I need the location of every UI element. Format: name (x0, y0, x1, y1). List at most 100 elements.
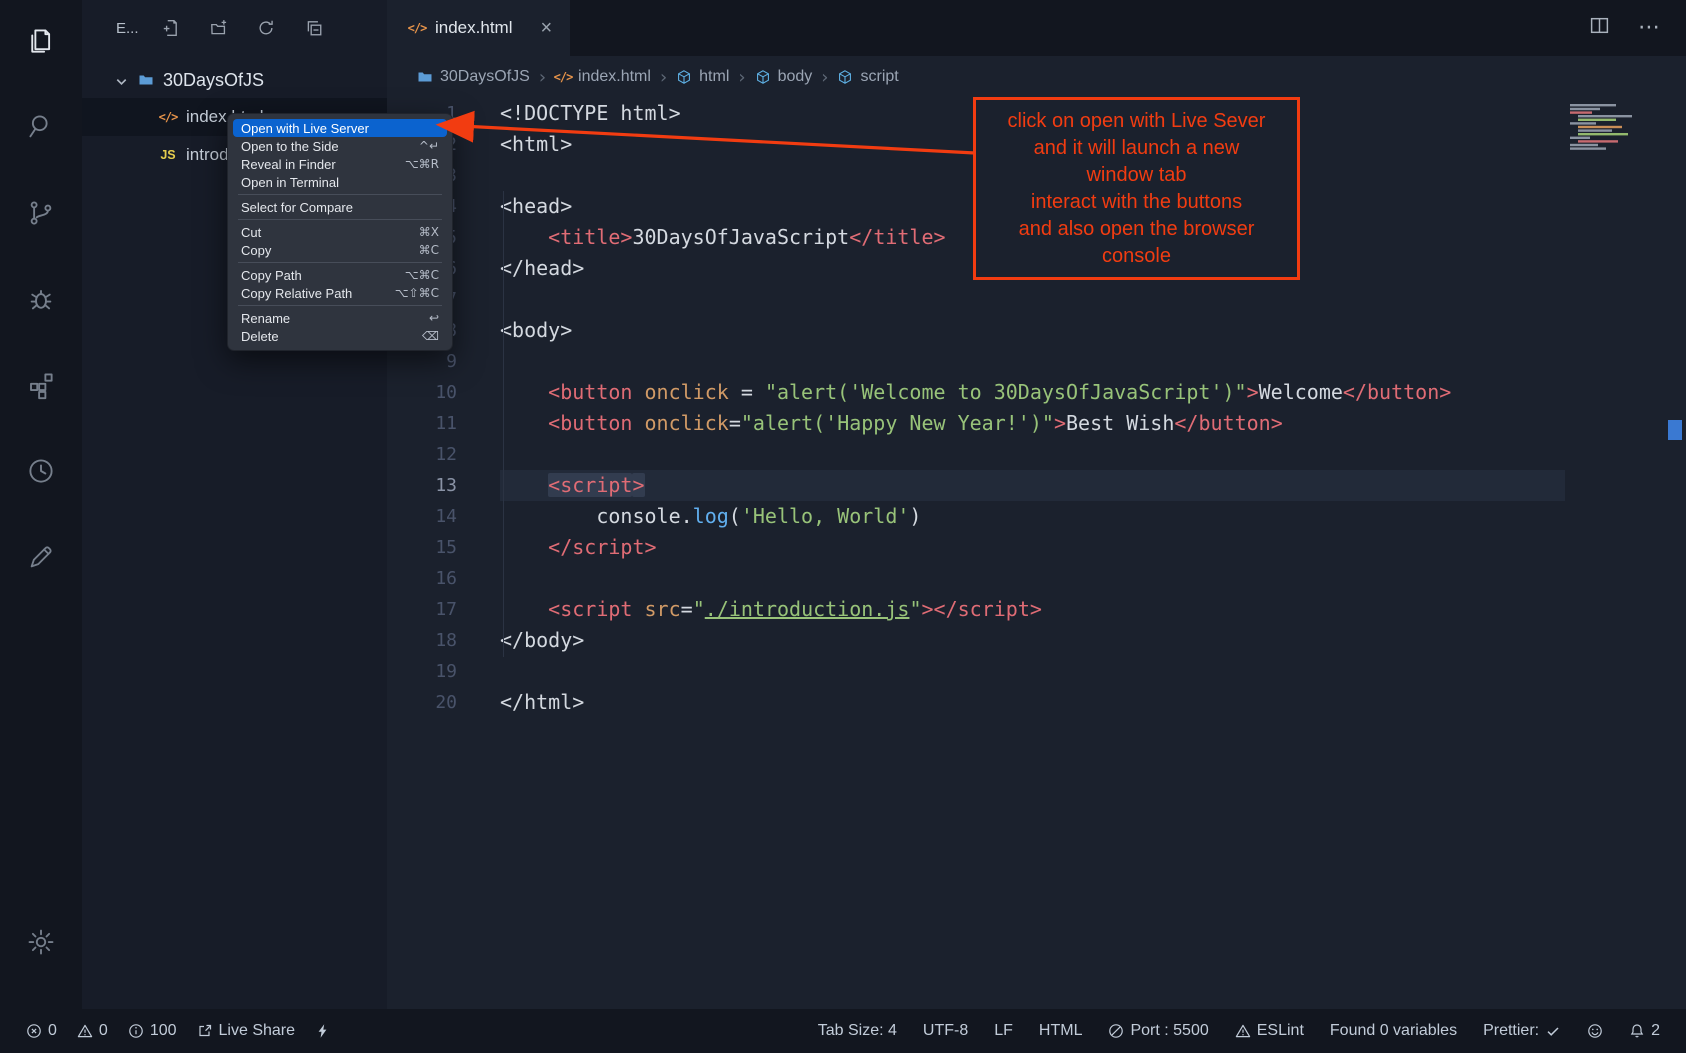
status-lf[interactable]: LF (994, 1022, 1013, 1040)
annotation-box: click on open with Live Severand it will… (973, 97, 1300, 280)
code-line-8[interactable]: 8<body> (387, 315, 1686, 346)
folder-root-30daysofjs[interactable]: 30DaysOfJS (82, 62, 387, 98)
line-number: 10 (387, 377, 500, 408)
refresh-icon[interactable] (257, 19, 275, 37)
activity-extensions[interactable] (0, 344, 82, 430)
line-number: 11 (387, 408, 500, 439)
code-line-19[interactable]: 19 (387, 656, 1686, 687)
menu-item-select-for-compare[interactable]: Select for Compare (233, 198, 447, 216)
status-found-0-variables[interactable]: Found 0 variables (1330, 1022, 1457, 1040)
code-line-10[interactable]: 10 <button onclick = "alert('Welcome to … (387, 377, 1686, 408)
status-0[interactable]: 0 (26, 1022, 57, 1040)
status-prettier[interactable]: Prettier: (1483, 1022, 1561, 1040)
code-line-13[interactable]: 13 <script> (387, 470, 1686, 501)
activity-run-debug[interactable] (0, 258, 82, 344)
collapse-all-icon[interactable] (305, 19, 323, 37)
activity-search[interactable] (0, 86, 82, 172)
code-text: <head> (500, 191, 572, 222)
menu-item-copy-path[interactable]: Copy Path⌥⌘C (233, 266, 447, 284)
menu-item-delete[interactable]: Delete⌫ (233, 327, 447, 345)
code-text: <button onclick="alert('Happy New Year!'… (500, 408, 1283, 439)
warning-icon (77, 1023, 93, 1039)
code-text: </head> (500, 253, 584, 284)
activity-explorer[interactable] (0, 0, 82, 86)
code-line-17[interactable]: 17 <script src="./introduction.js"></scr… (387, 594, 1686, 625)
split-editor-icon[interactable] (1589, 15, 1610, 41)
line-number: 12 (387, 439, 500, 470)
code-line-11[interactable]: 11 <button onclick="alert('Happy New Yea… (387, 408, 1686, 439)
info-icon (128, 1023, 144, 1039)
activity-history[interactable] (0, 430, 82, 516)
new-folder-icon[interactable] (209, 19, 227, 37)
status-smiley[interactable] (1587, 1023, 1603, 1039)
breadcrumb-index-html[interactable]: </>index.html (555, 68, 651, 86)
status-eslint[interactable]: ESLint (1235, 1022, 1304, 1040)
breadcrumb-script[interactable]: script (837, 68, 898, 86)
menu-shortcut: ↩ (429, 311, 439, 325)
more-actions-icon[interactable]: ⋯ (1638, 17, 1660, 39)
menu-item-open-to-the-side[interactable]: Open to the Side^↵ (233, 137, 447, 155)
close-tab-icon[interactable]: × (540, 18, 552, 38)
code-text: <body> (500, 315, 572, 346)
root-folder-label: 30DaysOfJS (163, 70, 264, 91)
breadcrumb: 30DaysOfJS›</>index.html›html›body›scrip… (387, 56, 1686, 98)
breadcrumb-html[interactable]: html (676, 68, 729, 86)
code-line-9[interactable]: 9 (387, 346, 1686, 377)
chevron-down-icon (114, 73, 129, 88)
code-line-12[interactable]: 12 (387, 439, 1686, 470)
explorer-files-icon (26, 26, 56, 61)
status-2[interactable]: 2 (1629, 1022, 1660, 1040)
vscode-window: E... 30DaysOfJS </>index.htmlJSintroduct… (0, 0, 1686, 1053)
menu-item-copy[interactable]: Copy⌘C (233, 241, 447, 259)
breadcrumb-30daysofjs[interactable]: 30DaysOfJS (417, 68, 530, 86)
activity-feedback[interactable] (0, 516, 82, 602)
code-text: <script src="./introduction.js"></script… (500, 594, 1042, 625)
menu-item-cut[interactable]: Cut⌘X (233, 223, 447, 241)
code-line-18[interactable]: 18</body> (387, 625, 1686, 656)
activity-source-control[interactable] (0, 172, 82, 258)
line-number: 20 (387, 687, 500, 718)
status-port-5500[interactable]: Port : 5500 (1108, 1022, 1208, 1040)
status-100[interactable]: 100 (128, 1022, 177, 1040)
status-utf-8[interactable]: UTF-8 (923, 1022, 968, 1040)
menu-item-open-in-terminal[interactable]: Open in Terminal (233, 173, 447, 191)
status-html[interactable]: HTML (1039, 1022, 1083, 1040)
status-0[interactable]: 0 (77, 1022, 108, 1040)
code-text: <html> (500, 129, 572, 160)
sidebar-header: E... (82, 0, 387, 56)
menu-item-open-with-live-server[interactable]: Open with Live Server (233, 119, 447, 137)
status-bar-left: 0 0 100 Live Share (26, 1022, 331, 1040)
code-icon: </> (160, 109, 176, 125)
sidebar-title: E... (116, 20, 139, 37)
tab-index-html[interactable]: </> index.html × (387, 0, 570, 56)
line-number: 19 (387, 656, 500, 687)
status-bolt[interactable] (315, 1023, 331, 1039)
status-bar: 0 0 100 Live Share Tab Size: 4 UTF-8 LF HTML Po… (0, 1009, 1686, 1053)
code-line-7[interactable]: 7 (387, 284, 1686, 315)
code-text: <button onclick = "alert('Welcome to 30D… (500, 377, 1451, 408)
minimap[interactable] (1570, 102, 1660, 159)
menu-item-rename[interactable]: Rename↩ (233, 309, 447, 327)
symbol-cube-icon (755, 69, 771, 85)
status-tab-size-4[interactable]: Tab Size: 4 (818, 1022, 897, 1040)
code-line-16[interactable]: 16 (387, 563, 1686, 594)
line-number: 14 (387, 501, 500, 532)
overview-ruler-marker[interactable] (1668, 420, 1682, 440)
code-line-20[interactable]: 20</html> (387, 687, 1686, 718)
breadcrumb-separator-icon: › (738, 67, 745, 88)
code-line-14[interactable]: 14 console.log('Hello, World') (387, 501, 1686, 532)
extensions-icon (26, 370, 56, 405)
js-icon: JS (160, 147, 176, 163)
activity-settings[interactable] (0, 901, 82, 987)
menu-item-copy-relative-path[interactable]: Copy Relative Path⌥⇧⌘C (233, 284, 447, 302)
new-file-icon[interactable] (161, 19, 179, 37)
breadcrumb-body[interactable]: body (755, 68, 813, 86)
status-live-share[interactable]: Live Share (197, 1022, 296, 1040)
bolt-icon (315, 1023, 331, 1039)
menu-shortcut: ^↵ (419, 139, 439, 153)
breadcrumb-separator-icon: › (539, 67, 546, 88)
code-line-15[interactable]: 15 </script> (387, 532, 1686, 563)
circle-slash-icon (1108, 1023, 1124, 1039)
menu-item-reveal-in-finder[interactable]: Reveal in Finder⌥⌘R (233, 155, 447, 173)
breadcrumb-separator-icon: › (660, 67, 667, 88)
